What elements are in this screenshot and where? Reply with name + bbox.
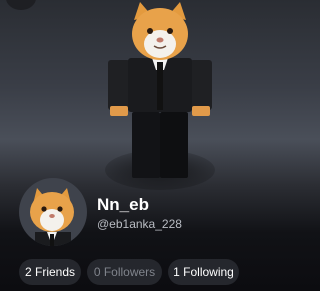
friends-count-button[interactable]: 2 Friends: [19, 259, 81, 285]
followers-count-button[interactable]: 0 Followers: [87, 259, 162, 285]
avatar-headshot-image: [30, 188, 74, 246]
profile-screen: Nn_eb @eb1anka_228 2 Friends 0 Followers…: [0, 0, 320, 291]
avatar-3d-figure[interactable]: [90, 0, 230, 190]
display-name: Nn_eb: [97, 195, 149, 214]
username-handle: @eb1anka_228: [97, 217, 182, 231]
back-button[interactable]: [6, 0, 36, 10]
following-count-button[interactable]: 1 Following: [168, 259, 239, 285]
profile-avatar-headshot[interactable]: [19, 178, 87, 246]
